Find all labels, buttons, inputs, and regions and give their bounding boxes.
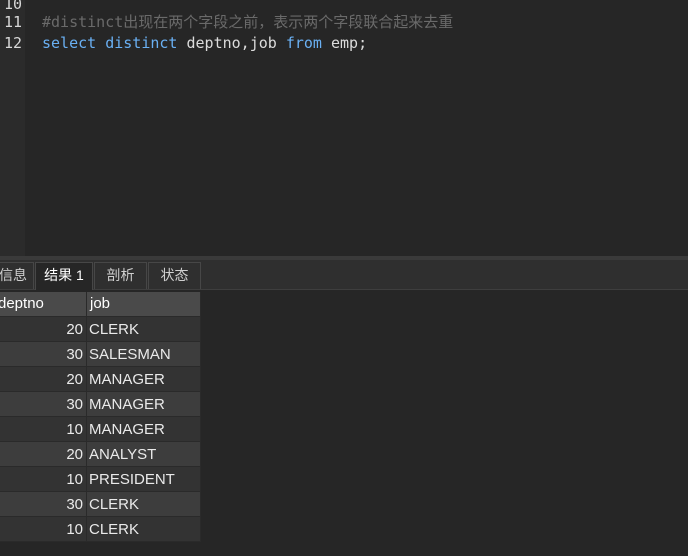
- cell-job[interactable]: MANAGER: [87, 367, 201, 392]
- table-row[interactable]: 10 PRESIDENT: [0, 467, 201, 492]
- line-number: 12: [3, 34, 22, 52]
- column-header-deptno[interactable]: deptno: [0, 292, 87, 317]
- column-header-job[interactable]: job: [87, 292, 201, 317]
- table-row[interactable]: 20 CLERK: [0, 317, 201, 342]
- tab-status[interactable]: 状态: [148, 262, 201, 289]
- cell-deptno[interactable]: 10: [0, 517, 87, 542]
- table-row[interactable]: 20 ANALYST: [0, 442, 201, 467]
- cell-job[interactable]: CLERK: [87, 317, 201, 342]
- cell-deptno[interactable]: 10: [0, 467, 87, 492]
- result-tab-bar: 信息 结果 1 剖析 状态: [0, 260, 688, 290]
- tab-info[interactable]: 信息: [0, 262, 34, 289]
- cell-deptno[interactable]: 30: [0, 492, 87, 517]
- keyword-distinct: distinct: [105, 34, 178, 52]
- cell-job[interactable]: ANALYST: [87, 442, 201, 467]
- code-comment-line: #distinct出现在两个字段之前，表示两个字段联合起来去重: [42, 13, 454, 31]
- keyword-from: from: [285, 34, 322, 52]
- cell-job[interactable]: MANAGER: [87, 392, 201, 417]
- table-row[interactable]: 20 MANAGER: [0, 367, 201, 392]
- table-row[interactable]: 30 SALESMAN: [0, 342, 201, 367]
- cell-deptno[interactable]: 20: [0, 317, 87, 342]
- sql-editor[interactable]: 10 11 12 #distinct出现在两个字段之前，表示两个字段联合起来去重…: [0, 0, 688, 256]
- cell-deptno[interactable]: 20: [0, 367, 87, 392]
- tab-profile[interactable]: 剖析: [94, 262, 147, 289]
- tab-result-1[interactable]: 结果 1: [35, 262, 93, 290]
- line-number: 11: [3, 13, 22, 31]
- cell-job[interactable]: CLERK: [87, 517, 201, 542]
- column-list: deptno,job: [186, 34, 277, 52]
- keyword-select: select: [42, 34, 97, 52]
- table-row[interactable]: 10 MANAGER: [0, 417, 201, 442]
- line-number-gutter: 10 11 12: [0, 0, 25, 256]
- cell-job[interactable]: MANAGER: [87, 417, 201, 442]
- table-row[interactable]: 30 CLERK: [0, 492, 201, 517]
- table-name: emp;: [331, 34, 368, 52]
- table-row[interactable]: 30 MANAGER: [0, 392, 201, 417]
- code-sql-line: select distinct deptno,job from emp;: [42, 33, 367, 53]
- table-row[interactable]: 10 CLERK: [0, 517, 201, 542]
- cell-job[interactable]: SALESMAN: [87, 342, 201, 367]
- cell-deptno[interactable]: 30: [0, 342, 87, 367]
- cell-deptno[interactable]: 10: [0, 417, 87, 442]
- cell-deptno[interactable]: 30: [0, 392, 87, 417]
- cell-deptno[interactable]: 20: [0, 442, 87, 467]
- cell-job[interactable]: CLERK: [87, 492, 201, 517]
- cell-job[interactable]: PRESIDENT: [87, 467, 201, 492]
